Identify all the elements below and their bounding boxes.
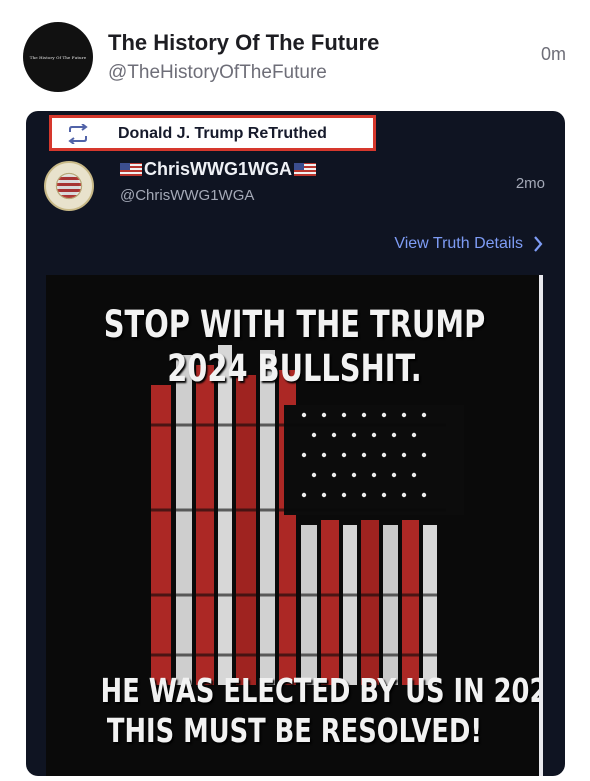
display-name[interactable]: The History Of The Future <box>108 30 379 56</box>
user-handle[interactable]: @TheHistoryOfTheFuture <box>108 62 327 84</box>
post-header: The History Of The Future The History Of… <box>0 0 590 110</box>
original-timestamp: 2mo <box>515 175 545 192</box>
us-flag-icon <box>120 163 142 176</box>
retruth-card[interactable]: Donald J. Trump ReTruthed ChrisWWG1WGA @… <box>26 111 565 776</box>
headline-line-2: 2024 BULLSHIT. <box>167 347 422 391</box>
retruth-banner: Donald J. Trump ReTruthed <box>49 115 376 151</box>
post-image[interactable]: STOP WITH THE TRUMP 2024 BULLSHIT. HE WA… <box>46 275 543 776</box>
view-truth-details-link[interactable]: View Truth Details <box>394 235 543 253</box>
original-author-handle[interactable]: @ChrisWWG1WGA <box>120 187 254 204</box>
post-timestamp: 0m <box>540 44 566 64</box>
headline-line-1: STOP WITH THE TRUMP <box>103 303 486 346</box>
profile-avatar[interactable]: The History Of The Future <box>23 22 93 92</box>
image-edge <box>539 275 543 776</box>
us-flag-icon <box>294 163 316 176</box>
footer-line-1: HE WAS ELECTED BY US IN 2020! <box>100 671 543 710</box>
original-author-name-text: ChrisWWG1WGA <box>144 159 292 179</box>
view-truth-details-label: View Truth Details <box>394 235 523 252</box>
original-author-avatar[interactable] <box>44 161 94 211</box>
retruth-icon <box>68 124 88 144</box>
avatar-logo-text: The History Of The Future <box>29 54 87 60</box>
image-footer-text: HE WAS ELECTED BY US IN 2020! THIS MUST … <box>100 671 543 750</box>
image-headline: STOP WITH THE TRUMP 2024 BULLSHIT. <box>101 303 489 392</box>
chevron-right-icon <box>534 236 543 252</box>
original-author-name[interactable]: ChrisWWG1WGA <box>120 159 316 180</box>
footer-line-2: THIS MUST BE RESOLVED! <box>106 710 483 750</box>
seal-avatar-icon <box>57 174 81 198</box>
retruth-label: Donald J. Trump ReTruthed <box>118 125 327 142</box>
